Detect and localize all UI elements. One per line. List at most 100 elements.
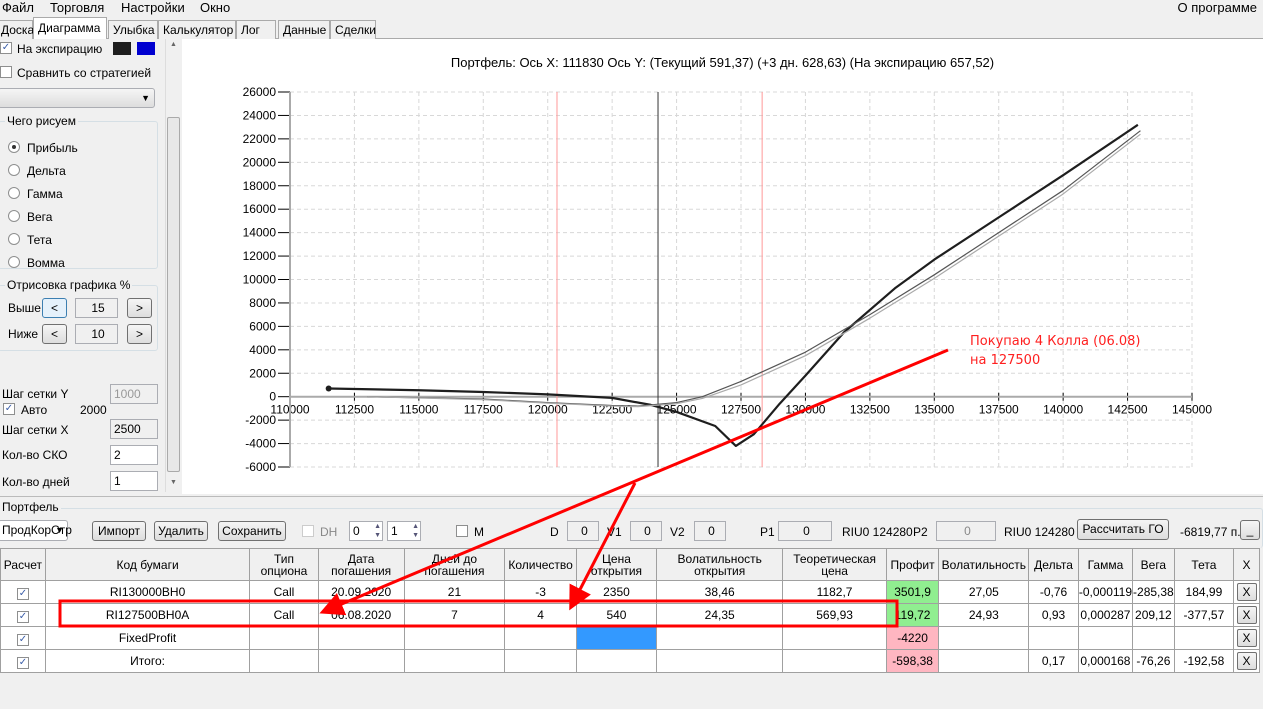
below-increase-button[interactable]: > bbox=[127, 324, 152, 344]
table-cell: -76,26 bbox=[1132, 649, 1175, 673]
column-header[interactable]: Волатильность bbox=[938, 548, 1030, 581]
v2-input[interactable]: 0 bbox=[694, 521, 726, 541]
left-scrollbar[interactable]: ▲ ▼ bbox=[165, 39, 181, 492]
tab-deals[interactable]: Сделки bbox=[330, 20, 376, 39]
table-cell: 20.09.2020 bbox=[317, 580, 405, 604]
spin-arrows-icon[interactable]: ▲ ▼ bbox=[412, 522, 419, 540]
column-header[interactable]: Гамма bbox=[1077, 548, 1134, 581]
current-color-swatch[interactable] bbox=[137, 42, 155, 55]
tab-smile[interactable]: Улыбка bbox=[108, 20, 158, 39]
table-cell: 540 bbox=[575, 603, 657, 627]
column-header[interactable]: Расчет bbox=[0, 548, 46, 581]
calc-checkbox[interactable]: ✓ bbox=[16, 656, 29, 669]
remove-row-button[interactable]: X bbox=[1236, 606, 1257, 624]
table-cell: -0,000119 bbox=[1077, 580, 1134, 604]
remove-row-button[interactable]: X bbox=[1236, 629, 1257, 647]
remove-row-button[interactable]: X bbox=[1236, 652, 1257, 670]
column-header[interactable]: Дельта bbox=[1028, 548, 1079, 581]
strategy-dropdown[interactable]: ▼ bbox=[0, 88, 155, 108]
d-input[interactable]: 0 bbox=[567, 521, 599, 541]
p1-input[interactable]: 0 bbox=[778, 521, 832, 541]
radio-2[interactable] bbox=[8, 187, 20, 199]
tab-board[interactable]: Доска bbox=[0, 20, 34, 39]
column-header[interactable]: Волатильность открытия bbox=[655, 548, 784, 581]
table-cell: Call bbox=[249, 603, 319, 627]
menu-trade[interactable]: Торговля bbox=[50, 0, 104, 15]
delete-button[interactable]: Удалить bbox=[154, 521, 208, 541]
column-header[interactable]: Вега bbox=[1132, 548, 1175, 581]
remove-row-button[interactable]: X bbox=[1236, 583, 1257, 601]
tab-calculator[interactable]: Калькулятор bbox=[158, 20, 236, 39]
spin2[interactable]: 1 ▲ ▼ bbox=[387, 521, 421, 541]
scroll-up-icon[interactable]: ▲ bbox=[170, 41, 177, 48]
expiration-label: На экспирацию bbox=[17, 42, 103, 56]
calc-cell[interactable]: ✓ bbox=[0, 603, 46, 627]
import-button[interactable]: Импорт bbox=[92, 521, 146, 541]
below-decrease-button[interactable]: < bbox=[42, 324, 67, 344]
m-checkbox[interactable] bbox=[456, 525, 468, 537]
table-cell bbox=[938, 649, 1030, 673]
portfolio-table: Расчет Код бумаги Тип опциона Дата погашени… bbox=[0, 548, 1260, 673]
calc-checkbox[interactable]: ✓ bbox=[16, 587, 29, 600]
column-header[interactable]: Код бумаги bbox=[44, 548, 251, 581]
menu-settings[interactable]: Настройки bbox=[121, 0, 185, 15]
column-header[interactable]: Дней до погашения bbox=[403, 548, 506, 581]
calc-checkbox[interactable]: ✓ bbox=[16, 633, 29, 646]
y-tick-label: 22000 bbox=[243, 132, 277, 146]
p2-input[interactable]: 0 bbox=[936, 521, 996, 541]
spin-arrows-icon[interactable]: ▲ ▼ bbox=[374, 522, 381, 540]
scroll-thumb[interactable] bbox=[167, 117, 180, 472]
days-input[interactable]: 1 bbox=[110, 471, 158, 491]
above-decrease-button[interactable]: < bbox=[42, 298, 67, 318]
expiration-checkbox[interactable]: ✓ bbox=[0, 42, 12, 54]
grid-x-input[interactable]: 2500 bbox=[110, 419, 158, 439]
grid-y-input[interactable]: 1000 bbox=[110, 384, 158, 404]
splitter[interactable] bbox=[0, 496, 1263, 500]
save-button[interactable]: Сохранить bbox=[218, 521, 286, 541]
column-header[interactable]: Тета bbox=[1173, 548, 1235, 581]
sko-input[interactable]: 2 bbox=[110, 445, 158, 465]
radio-3[interactable] bbox=[8, 210, 20, 222]
calc-go-button[interactable]: Рассчитать ГО bbox=[1077, 519, 1169, 540]
table-cell: 27,05 bbox=[938, 580, 1030, 604]
table-cell: -0,76 bbox=[1028, 580, 1079, 604]
radio-4[interactable] bbox=[8, 233, 20, 245]
compare-checkbox[interactable] bbox=[0, 66, 12, 78]
table-cell bbox=[782, 626, 887, 650]
column-header[interactable]: Цена открытия bbox=[575, 548, 657, 581]
table-cell: 0,000168 bbox=[1077, 649, 1134, 673]
column-header[interactable]: Дата погашения bbox=[317, 548, 405, 581]
radio-0[interactable] bbox=[8, 141, 20, 153]
tab-diagram[interactable]: Диаграмма bbox=[33, 17, 107, 40]
y-tick-label: 12000 bbox=[243, 249, 277, 263]
column-header[interactable]: Тип опциона bbox=[249, 548, 319, 581]
tab-data[interactable]: Данные bbox=[278, 20, 330, 39]
calc-cell[interactable]: ✓ bbox=[0, 626, 46, 650]
radio-5[interactable] bbox=[8, 256, 20, 268]
v1-input[interactable]: 0 bbox=[630, 521, 662, 541]
strategy-select[interactable]: ПродКорСтр ▼ bbox=[0, 520, 72, 541]
column-header[interactable]: X bbox=[1233, 548, 1260, 581]
above-increase-button[interactable]: > bbox=[127, 298, 152, 318]
calc-cell[interactable]: ✓ bbox=[0, 649, 46, 673]
y-tick-label: 6000 bbox=[249, 319, 276, 333]
column-header[interactable]: Профит bbox=[885, 548, 940, 581]
calc-checkbox[interactable]: ✓ bbox=[16, 610, 29, 623]
menu-file[interactable]: Файл bbox=[2, 0, 34, 15]
table-cell: 184,99 bbox=[1173, 580, 1235, 604]
menu-about[interactable]: О программе bbox=[1177, 0, 1257, 15]
radio-1[interactable] bbox=[8, 164, 20, 176]
spin1[interactable]: 0 ▲ ▼ bbox=[349, 521, 383, 541]
dh-checkbox[interactable] bbox=[302, 525, 314, 537]
expiration-color-swatch[interactable] bbox=[113, 42, 131, 55]
auto-checkbox[interactable]: ✓ bbox=[3, 403, 15, 415]
column-header[interactable]: Теоретическая цена bbox=[782, 548, 887, 581]
y-tick-label: -6000 bbox=[245, 460, 276, 474]
x-tick-label: 140000 bbox=[1043, 403, 1083, 417]
tab-log[interactable]: Лог bbox=[236, 20, 276, 39]
column-header[interactable]: Количество bbox=[504, 548, 577, 581]
calc-cell[interactable]: ✓ bbox=[0, 580, 46, 604]
menu-window[interactable]: Окно bbox=[200, 0, 230, 15]
scroll-down-icon[interactable]: ▼ bbox=[170, 479, 177, 486]
minimize-button[interactable]: _ bbox=[1240, 520, 1260, 540]
